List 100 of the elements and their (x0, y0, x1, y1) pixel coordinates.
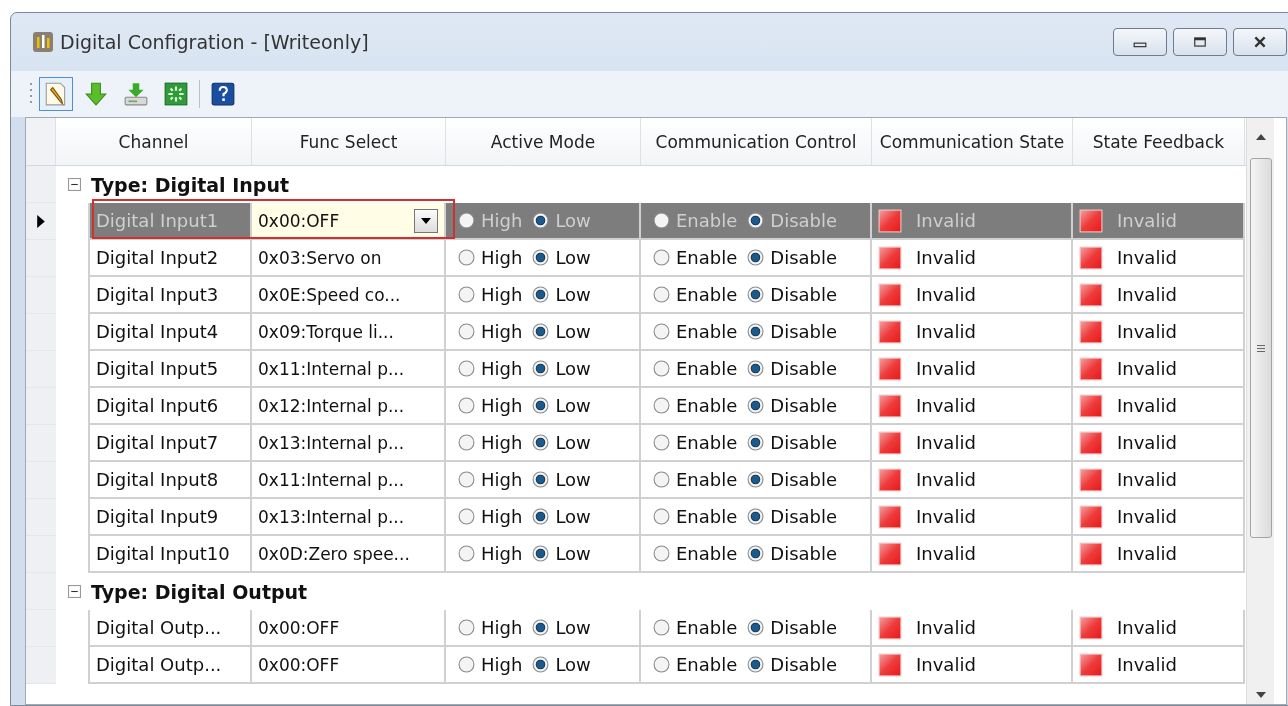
radio-label[interactable]: Enable (676, 247, 738, 268)
radio-label[interactable]: Enable (676, 395, 738, 416)
radio-label[interactable]: High (481, 506, 523, 527)
radio-label[interactable]: High (481, 432, 523, 453)
dropdown-field[interactable]: 0x00:OFF (252, 203, 446, 240)
radio-label[interactable]: High (481, 543, 523, 564)
status-text: Invalid (1117, 321, 1177, 342)
table-cell: 0x03:Servo on (252, 240, 446, 277)
radio-label[interactable]: Disable (770, 321, 838, 342)
radio-label[interactable]: High (481, 247, 523, 268)
radio-label[interactable]: Enable (676, 321, 738, 342)
status-text: Invalid (1117, 432, 1177, 453)
radio-label[interactable]: High (481, 395, 523, 416)
radio-label[interactable]: Low (555, 284, 591, 305)
table-cell: 0x0E:Speed co... (252, 277, 446, 314)
radio-label[interactable]: Low (555, 247, 591, 268)
table-cell: 0x00:OFF (252, 647, 446, 684)
table-cell: Digital Input5 (88, 351, 252, 388)
radio-label[interactable]: Low (555, 321, 591, 342)
status-text: Invalid (916, 395, 976, 416)
status-text: Invalid (1117, 617, 1177, 638)
radio-label[interactable]: Enable (676, 654, 738, 675)
radio-label[interactable]: High (481, 617, 523, 638)
status-text: Invalid (1117, 654, 1177, 675)
table-cell: 0x09:Torque li... (252, 314, 446, 351)
table-cell: Digital Outp... (88, 647, 252, 684)
status-text: Invalid (916, 432, 976, 453)
status-text: Invalid (916, 543, 976, 564)
column-header[interactable]: Func Select (252, 118, 446, 165)
table-cell: Digital Input6 (88, 388, 252, 425)
radio-label[interactable]: High (481, 284, 523, 305)
radio-label[interactable]: Low (555, 617, 591, 638)
radio-label[interactable]: Low (555, 469, 591, 490)
column-header[interactable]: Active Mode (446, 118, 641, 165)
group-label: Type: Digital Input (91, 173, 290, 196)
radio-label[interactable]: Disable (770, 395, 838, 416)
status-text: Invalid (916, 321, 976, 342)
status-text: Invalid (1117, 469, 1177, 490)
column-header[interactable]: Channel (56, 118, 252, 165)
radio-label[interactable]: Enable (676, 469, 738, 490)
table-cell: 0x0D:Zero spee... (252, 536, 446, 573)
table-cell: 0x00:OFF (252, 610, 446, 647)
radio-label[interactable]: Disable (770, 654, 838, 675)
radio-label[interactable]: Enable (676, 358, 738, 379)
table-cell: Digital Input10 (88, 536, 252, 573)
table-cell: 0x13:Internal p... (252, 499, 446, 536)
radio-label[interactable]: High (481, 321, 523, 342)
radio-label[interactable]: Disable (770, 432, 838, 453)
radio-label[interactable]: High (481, 469, 523, 490)
table-cell: 0x13:Internal p... (252, 425, 446, 462)
status-text: Invalid (1117, 284, 1177, 305)
table-cell: Digital Input7 (88, 425, 252, 462)
status-text: Invalid (1117, 358, 1177, 379)
status-text: Invalid (916, 358, 976, 379)
column-header[interactable]: State Feedback (1073, 118, 1245, 165)
status-text: Invalid (916, 284, 976, 305)
radio-label[interactable]: Disable (770, 469, 838, 490)
radio-label[interactable]: Enable (676, 284, 738, 305)
radio-label[interactable]: Disable (770, 617, 838, 638)
status-text: Invalid (916, 469, 976, 490)
radio-label[interactable]: Enable (676, 543, 738, 564)
table-cell: Digital Input4 (88, 314, 252, 351)
window-title: Digital Configration - [Writeonly] (60, 31, 370, 53)
table-cell: 0x11:Internal p... (252, 351, 446, 388)
status-text: Invalid (916, 210, 976, 231)
radio-label[interactable]: High (481, 358, 523, 379)
table-cell: 0x12:Internal p... (252, 388, 446, 425)
radio-label[interactable]: Enable (676, 617, 738, 638)
column-header[interactable]: Communication Control (641, 118, 872, 165)
column-header[interactable]: Communication State (872, 118, 1073, 165)
status-text: Invalid (1117, 543, 1177, 564)
status-text: Invalid (916, 506, 976, 527)
status-text: Invalid (1117, 247, 1177, 268)
radio-label[interactable]: Low (555, 654, 591, 675)
status-text: Invalid (1117, 210, 1177, 231)
radio-label[interactable]: Low (555, 395, 591, 416)
radio-label[interactable]: Low (555, 432, 591, 453)
status-text: Invalid (1117, 506, 1177, 527)
radio-label[interactable]: Disable (770, 506, 838, 527)
radio-label[interactable]: Disable (770, 284, 838, 305)
radio-label[interactable]: Disable (770, 247, 838, 268)
table-cell: Digital Input1 (88, 203, 252, 240)
radio-label[interactable]: Disable (770, 543, 838, 564)
radio-label[interactable]: Disable (770, 358, 838, 379)
table-cell: Digital Input9 (88, 499, 252, 536)
table-cell: Digital Input3 (88, 277, 252, 314)
radio-label[interactable]: Enable (676, 432, 738, 453)
table-cell: Digital Input8 (88, 462, 252, 499)
radio-label[interactable]: Low (555, 543, 591, 564)
radio-label[interactable]: High (481, 654, 523, 675)
table-cell: Digital Input2 (88, 240, 252, 277)
table-cell: Digital Outp... (88, 610, 252, 647)
radio-label[interactable]: Low (555, 506, 591, 527)
group-label: Type: Digital Output (91, 580, 308, 603)
status-text: Invalid (1117, 395, 1177, 416)
status-text: Invalid (916, 247, 976, 268)
radio-label[interactable]: Low (555, 358, 591, 379)
table-cell: 0x11:Internal p... (252, 462, 446, 499)
radio-label[interactable]: Enable (676, 506, 738, 527)
status-text: Invalid (916, 617, 976, 638)
